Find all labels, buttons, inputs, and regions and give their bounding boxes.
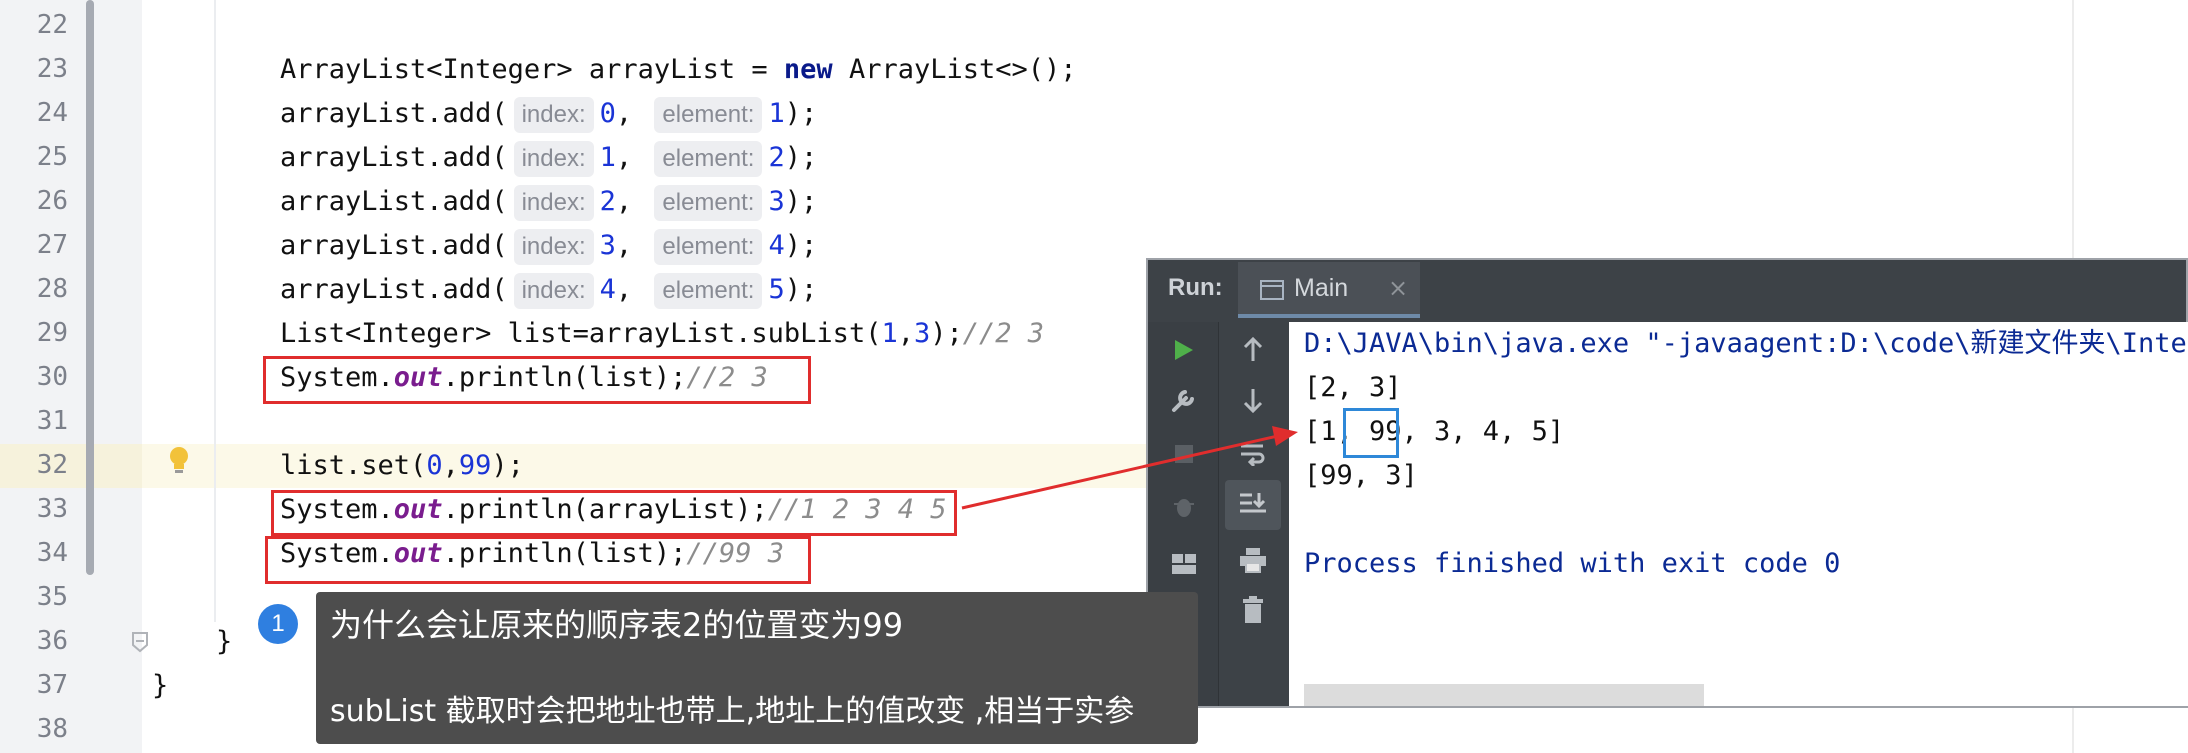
line-number: 30 — [36, 362, 68, 392]
console-horizontal-scrollbar[interactable] — [1304, 684, 1704, 706]
debug-icon[interactable] — [1162, 484, 1206, 528]
highlight-box-line-34 — [265, 536, 811, 584]
line-number: 23 — [36, 54, 68, 84]
code-line-32[interactable]: list.set(0,99); — [280, 444, 524, 488]
console-line: [2, 3] — [1304, 372, 1402, 403]
console-line-command: D:\JAVA\bin\java.exe "-javaagent:D:\code… — [1304, 328, 2188, 359]
tab-main-label: Main — [1294, 274, 1349, 302]
param-hint: index: — [513, 141, 594, 177]
line-number: 25 — [36, 142, 68, 172]
code-line-27[interactable]: arrayList.add(index: 3, element: 4); — [280, 224, 817, 268]
lightbulb-icon[interactable] — [168, 446, 190, 476]
annotation-note: 为什么会让原来的顺序表2的位置变为99 subList 截取时会把地址也带上,地… — [316, 592, 1198, 744]
scroll-to-end-icon[interactable] — [1225, 480, 1281, 530]
soft-wrap-icon[interactable] — [1231, 432, 1275, 476]
line-number: 38 — [36, 714, 68, 744]
code-line-29[interactable]: List<Integer> list=arrayList.subList(1,3… — [280, 312, 1044, 356]
param-hint: index: — [513, 97, 594, 133]
line-number: 26 — [36, 186, 68, 216]
line-number: 34 — [36, 538, 68, 568]
console-line: [99, 3] — [1304, 460, 1418, 491]
run-header: Run: Main × — [1148, 260, 2186, 322]
param-hint: index: — [513, 273, 594, 309]
highlight-box-value-99 — [1343, 408, 1399, 458]
param-hint: element: — [654, 229, 763, 265]
trash-icon[interactable] — [1231, 588, 1275, 632]
param-hint: element: — [654, 185, 763, 221]
run-toolbar-right — [1218, 322, 1289, 706]
line-number: 29 — [36, 318, 68, 348]
line-number: 36 — [36, 626, 68, 656]
param-hint: element: — [654, 141, 763, 177]
down-arrow-icon[interactable] — [1231, 378, 1275, 422]
fold-icon[interactable] — [131, 631, 149, 653]
code-line-24[interactable]: arrayList.add(index: 0, element: 1); — [280, 92, 817, 136]
close-icon[interactable]: × — [1388, 274, 1408, 302]
param-hint: element: — [654, 273, 763, 309]
highlight-box-line-33 — [271, 490, 957, 536]
code-line-26[interactable]: arrayList.add(index: 2, element: 3); — [280, 180, 817, 224]
param-hint: index: — [513, 229, 594, 265]
code-line-25[interactable]: arrayList.add(index: 1, element: 2); — [280, 136, 817, 180]
annotation-title: 为什么会让原来的顺序表2的位置变为99 — [330, 606, 904, 644]
stop-icon[interactable] — [1162, 432, 1206, 476]
console-line-exit: Process finished with exit code 0 — [1304, 548, 1841, 579]
print-icon[interactable] — [1231, 538, 1275, 582]
run-tool-window: Run: Main × D:\JAVA\bin\java.exe "-javaa… — [1146, 258, 2188, 708]
editor-scrollbar[interactable] — [86, 0, 94, 575]
line-number: 24 — [36, 98, 68, 128]
code-line-23[interactable]: ArrayList<Integer> arrayList = new Array… — [280, 48, 1077, 92]
code-line-28[interactable]: arrayList.add(index: 4, element: 5); — [280, 268, 817, 312]
line-number: 37 — [36, 670, 68, 700]
console-output[interactable]: D:\JAVA\bin\java.exe "-javaagent:D:\code… — [1290, 322, 2188, 706]
wrench-icon[interactable] — [1162, 378, 1206, 422]
code-line-37[interactable]: } — [152, 664, 168, 708]
run-label: Run: — [1168, 274, 1223, 301]
line-number: 35 — [36, 582, 68, 612]
line-number: 32 — [36, 450, 68, 480]
param-hint: index: — [513, 185, 594, 221]
line-number: 27 — [36, 230, 68, 260]
annotation-body: subList 截取时会把地址也带上,地址上的值改变 ,相当于实参 — [330, 694, 1135, 729]
line-number: 22 — [36, 10, 68, 40]
line-number: 31 — [36, 406, 68, 436]
tab-main[interactable]: Main × — [1238, 262, 1420, 318]
code-line-36[interactable]: } — [216, 620, 232, 664]
highlight-box-line-30 — [263, 356, 811, 404]
indent-guide — [214, 0, 216, 622]
console-icon — [1260, 280, 1284, 300]
line-number: 28 — [36, 274, 68, 304]
run-icon[interactable] — [1162, 328, 1206, 372]
layout-icon[interactable] — [1162, 542, 1206, 586]
line-number: 33 — [36, 494, 68, 524]
param-hint: element: — [654, 97, 763, 133]
note-badge: 1 — [258, 604, 298, 644]
up-arrow-icon[interactable] — [1231, 328, 1275, 372]
